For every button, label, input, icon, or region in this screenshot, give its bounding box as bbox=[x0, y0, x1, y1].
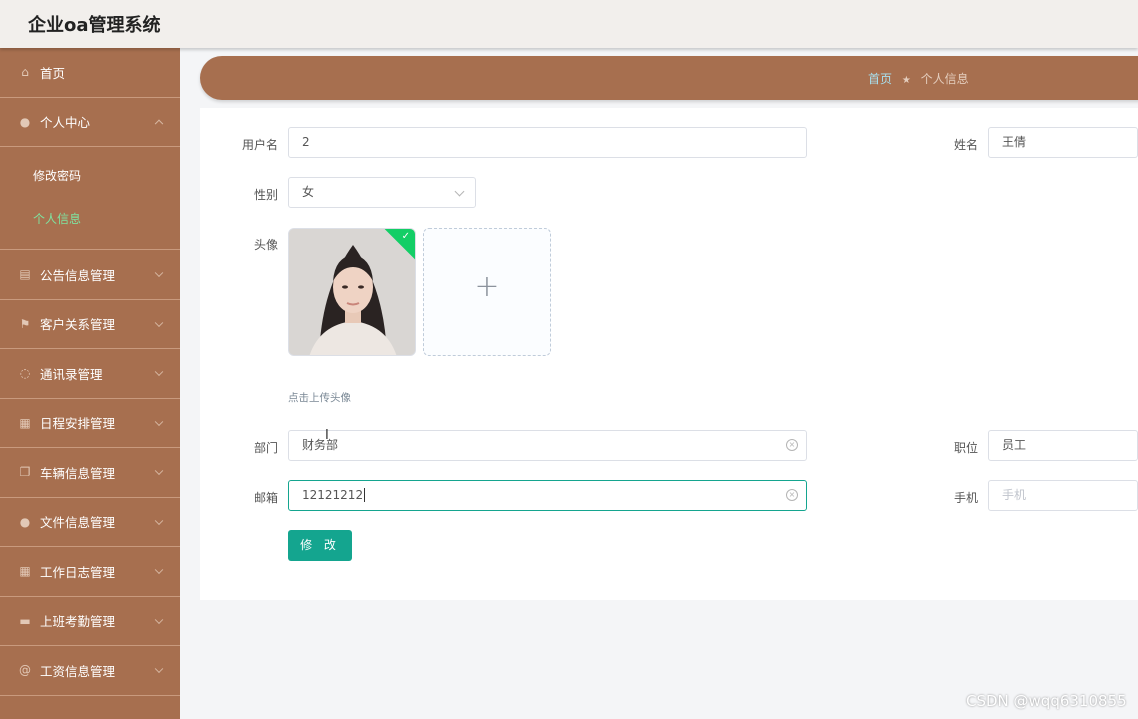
sidebar-item-attendance[interactable]: ▬ 上班考勤管理 bbox=[0, 597, 180, 646]
avatar-label: 头像 bbox=[253, 238, 278, 252]
chevron-down-icon bbox=[154, 318, 164, 327]
sidebar-item-contacts[interactable]: ◌ 通讯录管理 bbox=[0, 349, 180, 399]
sidebar-submenu: 修改密码 个人信息 bbox=[0, 147, 180, 250]
sidebar-item-label: 工资信息管理 bbox=[40, 663, 116, 679]
sidebar-item-salary[interactable]: @ 工资信息管理 bbox=[0, 646, 180, 696]
sidebar-item-notice[interactable]: ▤ 公告信息管理 bbox=[0, 250, 180, 300]
sidebar-item-label: 文件信息管理 bbox=[40, 515, 116, 531]
sidebar: ⌂ 首页 ● 个人中心 修改密码 个人信息 ▤ 公告信息管理 ⚑ 客户关系管理 … bbox=[0, 48, 180, 719]
sidebar-item-label: 车辆信息管理 bbox=[40, 465, 116, 481]
upload-avatar-button[interactable]: + bbox=[423, 228, 551, 356]
sidebar-item-files[interactable]: ● 文件信息管理 bbox=[0, 498, 180, 547]
globe-icon: ◌ bbox=[19, 366, 31, 381]
department-value: 财务部 bbox=[302, 438, 339, 452]
clipboard-icon: ▤ bbox=[19, 267, 31, 282]
chevron-down-icon bbox=[154, 664, 164, 674]
gender-value: 女 bbox=[302, 185, 315, 199]
department-input[interactable]: 财务部 × bbox=[288, 430, 807, 461]
chevron-down-icon bbox=[154, 367, 164, 377]
chevron-up-icon bbox=[154, 119, 164, 128]
submit-button[interactable]: 修 改 bbox=[288, 530, 352, 561]
breadcrumb: 首页 ★ 个人信息 bbox=[868, 70, 969, 87]
sidebar-item-home[interactable]: ⌂ 首页 bbox=[0, 48, 180, 98]
sidebar-item-label: 通讯录管理 bbox=[40, 366, 103, 382]
sidebar-item-label: 首页 bbox=[40, 65, 66, 81]
avatar[interactable]: ✓ bbox=[288, 228, 416, 356]
user-icon: ● bbox=[19, 114, 31, 129]
star-icon: ★ bbox=[901, 75, 911, 86]
username-input[interactable]: 2 bbox=[288, 127, 807, 158]
user-file-icon: ● bbox=[19, 514, 31, 529]
position-input[interactable]: 员工 bbox=[988, 430, 1138, 461]
chevron-down-icon bbox=[154, 417, 164, 426]
department-label: 部门 bbox=[253, 441, 278, 455]
name-input[interactable]: 王倩 bbox=[988, 127, 1138, 158]
grid-icon: ▦ bbox=[19, 564, 31, 579]
username-value: 2 bbox=[302, 135, 310, 149]
sidebar-subitem-change-password[interactable]: 修改密码 bbox=[0, 155, 180, 198]
position-value: 员工 bbox=[1002, 438, 1027, 452]
clear-icon[interactable]: × bbox=[786, 439, 798, 451]
phone-input[interactable]: 手机 bbox=[988, 480, 1138, 511]
chevron-down-icon bbox=[154, 615, 164, 624]
breadcrumb-home[interactable]: 首页 bbox=[868, 72, 892, 86]
app-title: 企业oa管理系统 bbox=[28, 15, 161, 36]
flag-icon: ⚑ bbox=[19, 316, 31, 331]
name-value: 王倩 bbox=[1002, 135, 1027, 149]
chevron-down-icon bbox=[454, 186, 465, 197]
breadcrumb-current: 个人信息 bbox=[920, 72, 969, 86]
name-label: 姓名 bbox=[953, 138, 978, 152]
gender-label: 性别 bbox=[253, 188, 278, 202]
plus-icon: + bbox=[474, 269, 500, 304]
sidebar-item-schedule[interactable]: ▦ 日程安排管理 bbox=[0, 399, 180, 448]
sidebar-item-vehicle[interactable]: ❐ 车辆信息管理 bbox=[0, 448, 180, 498]
calendar-icon: ▦ bbox=[19, 415, 31, 430]
monitor-icon: ▬ bbox=[19, 613, 31, 628]
sidebar-item-label: 公告信息管理 bbox=[40, 267, 116, 283]
phone-placeholder: 手机 bbox=[1002, 488, 1027, 502]
username-label: 用户名 bbox=[241, 138, 278, 152]
sidebar-item-worklog[interactable]: ▦ 工作日志管理 bbox=[0, 547, 180, 597]
chevron-down-icon bbox=[154, 268, 164, 278]
check-icon: ✓ bbox=[401, 231, 410, 242]
sidebar-item-label: 个人中心 bbox=[40, 115, 91, 131]
clear-icon[interactable]: × bbox=[786, 489, 798, 501]
phone-label: 手机 bbox=[953, 491, 978, 505]
chevron-down-icon bbox=[154, 565, 164, 575]
gender-select[interactable]: 女 bbox=[288, 177, 476, 208]
text-cursor-icon: I bbox=[325, 428, 329, 443]
watermark: CSDN @wqq6310855 bbox=[966, 692, 1127, 710]
text-caret bbox=[364, 488, 366, 502]
breadcrumb-bar: 首页 ★ 个人信息 bbox=[200, 56, 1138, 100]
home-icon: ⌂ bbox=[21, 65, 29, 80]
email-input[interactable]: 12121212 × bbox=[288, 480, 807, 511]
sidebar-item-label: 工作日志管理 bbox=[40, 564, 116, 580]
position-label: 职位 bbox=[953, 441, 978, 455]
sidebar-subitem-personal-info[interactable]: 个人信息 bbox=[0, 198, 180, 241]
personal-info-form: 用户名 2 姓名 王倩 性别 女 头像 ✓ + 点击上传头像 部门 财务部 × bbox=[200, 108, 1138, 600]
sidebar-item-personal-center[interactable]: ● 个人中心 bbox=[0, 98, 180, 147]
at-icon: @ bbox=[19, 663, 31, 678]
copy-icon: ❐ bbox=[19, 465, 31, 480]
top-header: 企业oa管理系统 bbox=[0, 0, 1138, 48]
sidebar-item-label: 日程安排管理 bbox=[40, 416, 116, 432]
upload-hint: 点击上传头像 bbox=[288, 392, 351, 404]
sidebar-item-customer[interactable]: ⚑ 客户关系管理 bbox=[0, 300, 180, 349]
chevron-down-icon bbox=[154, 466, 164, 476]
email-value: 12121212 bbox=[302, 488, 364, 502]
email-label: 邮箱 bbox=[253, 491, 278, 505]
chevron-down-icon bbox=[154, 516, 164, 525]
sidebar-item-label: 上班考勤管理 bbox=[40, 614, 116, 630]
sidebar-item-label: 客户关系管理 bbox=[40, 317, 116, 333]
avatar-photo bbox=[289, 229, 415, 355]
